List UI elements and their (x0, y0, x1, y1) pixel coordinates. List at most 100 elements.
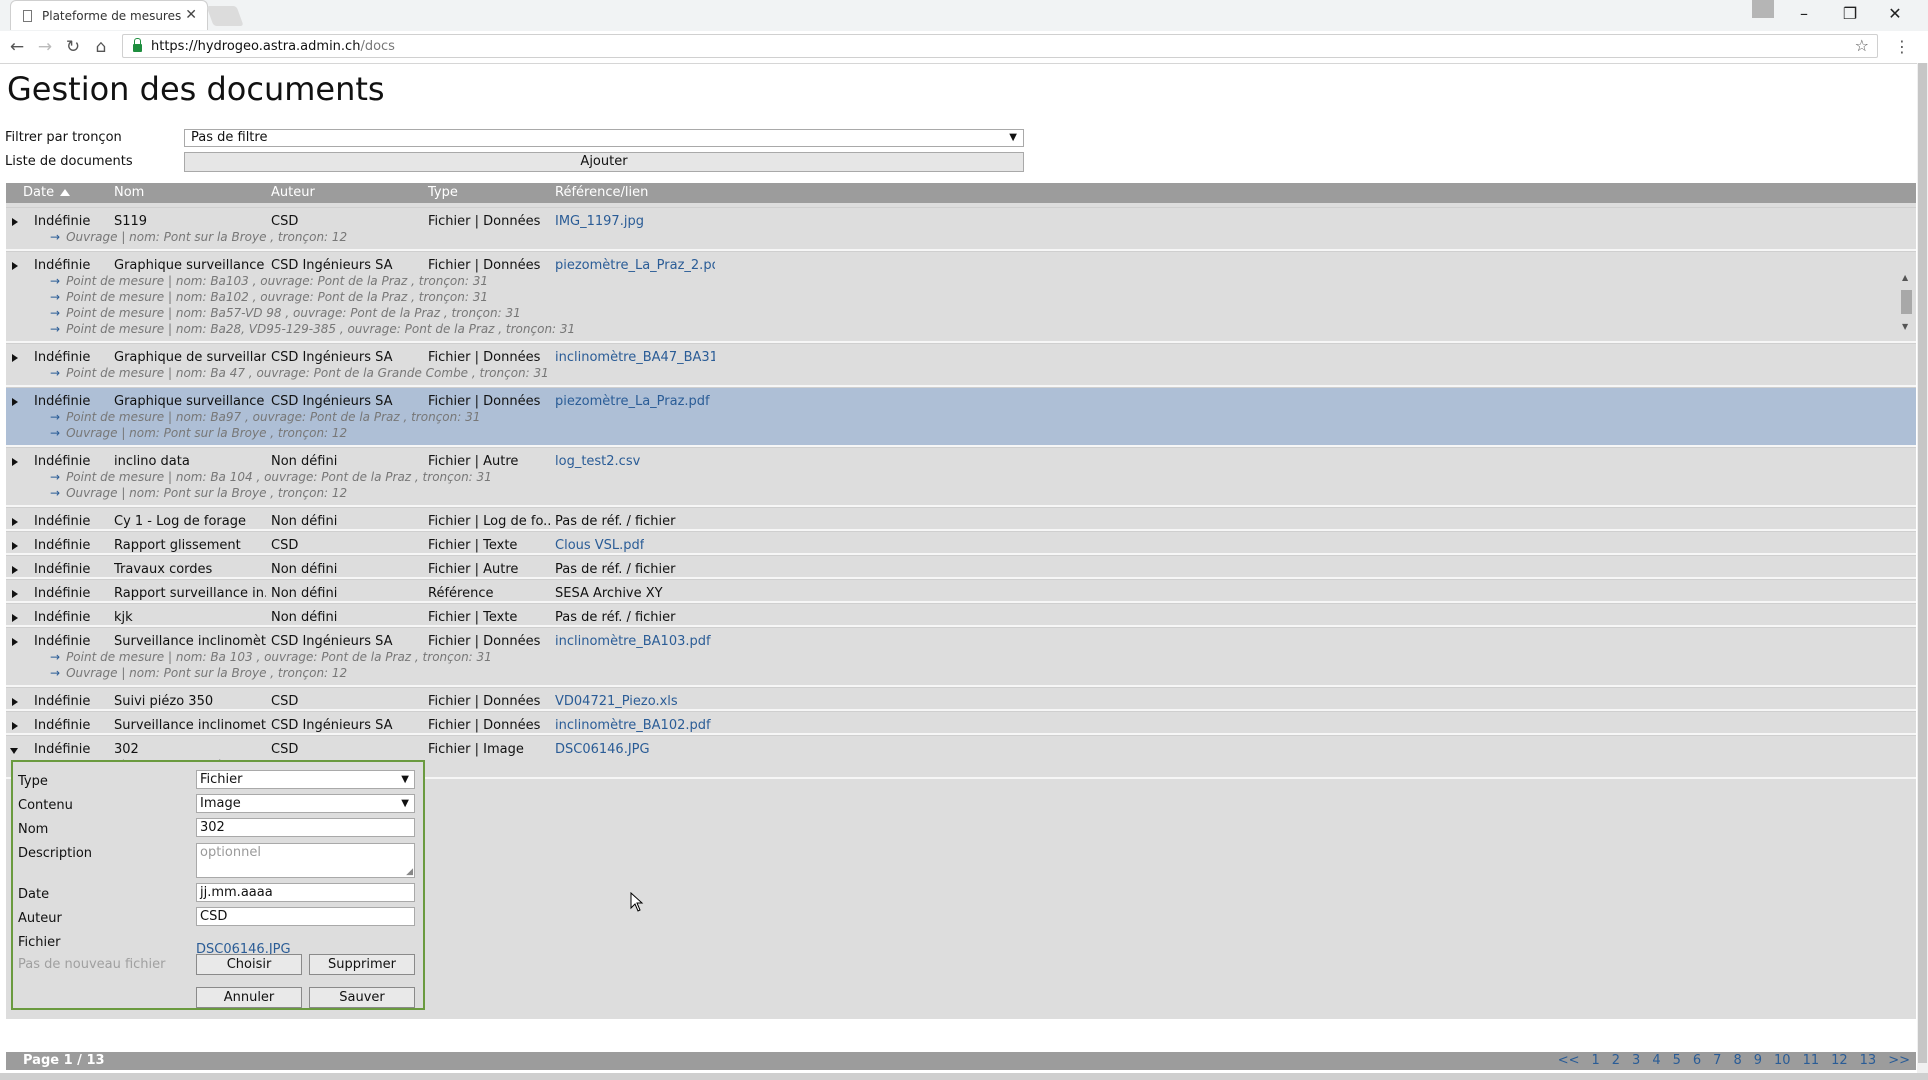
table-row[interactable]: Indéfinie Rapport surveillance in... Non d… (6, 579, 1916, 603)
forward-icon[interactable]: → (34, 37, 56, 57)
scroll-up-icon[interactable]: ▲ (1902, 273, 1908, 282)
page-link[interactable]: 12 (1831, 1053, 1848, 1068)
menu-icon[interactable]: ⋮ (1894, 37, 1910, 56)
cell-ref[interactable]: log_test2.csv (555, 454, 640, 469)
page-link[interactable]: 3 (1632, 1053, 1640, 1068)
page-link[interactable]: 4 (1652, 1053, 1660, 1068)
expand-row-icon[interactable] (12, 698, 18, 706)
cell-type: Fichier | Données (428, 634, 541, 649)
cell-auteur: CSD (271, 742, 299, 757)
bookmark-star-icon[interactable]: ☆ (1855, 36, 1869, 55)
contenu-value: Image (200, 796, 241, 811)
table-row[interactable]: Indéfinie Rapport glissement CSD Fichier | … (6, 531, 1916, 555)
page-link[interactable]: 6 (1693, 1053, 1701, 1068)
page-link[interactable]: 13 (1860, 1053, 1877, 1068)
page-link[interactable]: 9 (1754, 1053, 1762, 1068)
expand-row-icon[interactable] (12, 262, 18, 270)
expand-row-icon[interactable] (12, 518, 18, 526)
table-row[interactable]: Indéfinie Graphique surveillance ... CSD I… (6, 387, 1916, 447)
scroll-down-icon[interactable]: ▼ (1902, 322, 1908, 331)
expand-row-icon[interactable] (12, 566, 18, 574)
auteur-input[interactable]: CSD (196, 907, 415, 926)
cell-auteur: CSD (271, 214, 299, 229)
header-reference[interactable]: Référence/lien (555, 185, 648, 200)
table-row[interactable]: Indéfinie S119 CSD Fichier | Données IMG_119… (6, 207, 1916, 251)
header-nom[interactable]: Nom (114, 185, 144, 200)
resize-handle-icon[interactable]: ◢ (406, 867, 413, 877)
user-profile-icon[interactable] (1752, 0, 1774, 18)
cell-type: Fichier | Données (428, 718, 541, 733)
expand-row-icon[interactable] (12, 542, 18, 550)
cell-ref[interactable]: Clous VSL.pdf (555, 538, 644, 553)
page-link[interactable]: >> (1888, 1053, 1910, 1068)
page-link[interactable]: 2 (1612, 1053, 1620, 1068)
save-button[interactable]: Sauver (309, 987, 415, 1008)
new-tab-button[interactable] (206, 6, 244, 26)
close-tab-icon[interactable]: ✕ (185, 7, 197, 23)
filter-select[interactable]: Pas de filtre ▼ (184, 129, 1024, 147)
table-row[interactable]: Indéfinie Surveillance inclinomet... CSD I… (6, 711, 1916, 735)
table-row[interactable]: Indéfinie Surveillance inclinomèt... CSD I… (6, 627, 1916, 687)
cancel-button[interactable]: Annuler (196, 987, 302, 1008)
cell-ref[interactable]: IMG_1197.jpg (555, 214, 644, 229)
add-document-button[interactable]: Ajouter (184, 152, 1024, 172)
page-link[interactable]: 8 (1733, 1053, 1741, 1068)
expand-row-icon[interactable] (12, 590, 18, 598)
page-link[interactable]: 7 (1713, 1053, 1721, 1068)
cell-ref[interactable]: inclinomètre_BA47_BA31. (555, 350, 715, 365)
restore-button[interactable]: ❐ (1835, 4, 1865, 23)
cell-ref[interactable]: piezomètre_La_Praz_2.pd (555, 258, 715, 273)
table-row[interactable]: Indéfinie Graphique surveillance ... CSD I… (6, 251, 1916, 343)
cell-ref[interactable]: DSC06146.JPG (555, 742, 650, 757)
url-input[interactable]: https://hydrogeo.astra.admin.ch/docs ☆ (122, 34, 1878, 58)
expand-row-icon[interactable] (12, 398, 18, 406)
table-row[interactable]: Indéfinie Suivi piézo 350 CSD Fichier | Don… (6, 687, 1916, 711)
cell-nom: Cy 1 - Log de forage (114, 514, 246, 529)
table-row[interactable]: Indéfinie Cy 1 - Log de forage Non défini F… (6, 507, 1916, 531)
back-icon[interactable]: ← (6, 37, 28, 57)
contenu-select[interactable]: Image ▼ (196, 794, 415, 813)
table-row[interactable]: Indéfinie inclino data Non défini Fichier |… (6, 447, 1916, 507)
header-type[interactable]: Type (428, 185, 458, 200)
delete-file-button[interactable]: Supprimer (309, 954, 415, 975)
row-scrollbar[interactable]: ▲ ▼ (1900, 273, 1912, 331)
page-link[interactable]: 10 (1774, 1053, 1791, 1068)
date-input[interactable]: jj.mm.aaaa (196, 883, 415, 902)
collapse-row-icon[interactable] (10, 748, 18, 754)
table-row[interactable]: Indéfinie Travaux cordes Non défini Fichier… (6, 555, 1916, 579)
description-textarea[interactable]: optionnel ◢ (196, 843, 415, 878)
reload-icon[interactable]: ↻ (62, 37, 84, 57)
browser-tab[interactable]: Plateforme de mesures C ✕ (10, 0, 208, 30)
choose-file-button[interactable]: Choisir (196, 954, 302, 975)
minimize-button[interactable]: – (1789, 4, 1819, 23)
expand-row-icon[interactable] (12, 354, 18, 362)
page-scrollbar-thumb[interactable] (1918, 63, 1927, 1063)
cell-ref[interactable]: inclinomètre_BA103.pdf (555, 634, 711, 649)
cell-ref[interactable]: piezomètre_La_Praz.pdf (555, 394, 710, 409)
close-window-button[interactable]: ✕ (1880, 4, 1910, 23)
type-select[interactable]: Fichier ▼ (196, 770, 415, 789)
expand-row-icon[interactable] (12, 722, 18, 730)
page-link[interactable]: 11 (1803, 1053, 1820, 1068)
expand-row-icon[interactable] (12, 638, 18, 646)
expand-row-icon[interactable] (12, 614, 18, 622)
horizontal-scrollbar[interactable] (0, 1073, 1928, 1080)
page-link[interactable]: 5 (1673, 1053, 1681, 1068)
header-auteur[interactable]: Auteur (271, 185, 315, 200)
page-scrollbar[interactable] (1917, 63, 1928, 1073)
header-date[interactable]: Date (23, 185, 71, 200)
tab-title: Plateforme de mesures C (42, 8, 182, 23)
nom-input[interactable]: 302 (196, 818, 415, 837)
home-icon[interactable]: ⌂ (90, 37, 112, 57)
table-row[interactable]: Indéfinie Graphique de surveillan... CSD I… (6, 343, 1916, 387)
row-relation: → Ouvrage | nom: Pont sur la Broye , tron… (50, 486, 347, 500)
expand-row-icon[interactable] (12, 218, 18, 226)
expand-row-icon[interactable] (12, 458, 18, 466)
table-row[interactable]: Indéfinie kjk Non défini Fichier | Texte Pas… (6, 603, 1916, 627)
cell-date: Indéfinie (34, 634, 91, 649)
cell-ref[interactable]: inclinomètre_BA102.pdf (555, 718, 711, 733)
row-scrollbar-thumb[interactable] (1901, 290, 1912, 314)
page-link[interactable]: << (1558, 1053, 1580, 1068)
cell-ref[interactable]: VD04721_Piezo.xls (555, 694, 678, 709)
page-link[interactable]: 1 (1591, 1053, 1599, 1068)
